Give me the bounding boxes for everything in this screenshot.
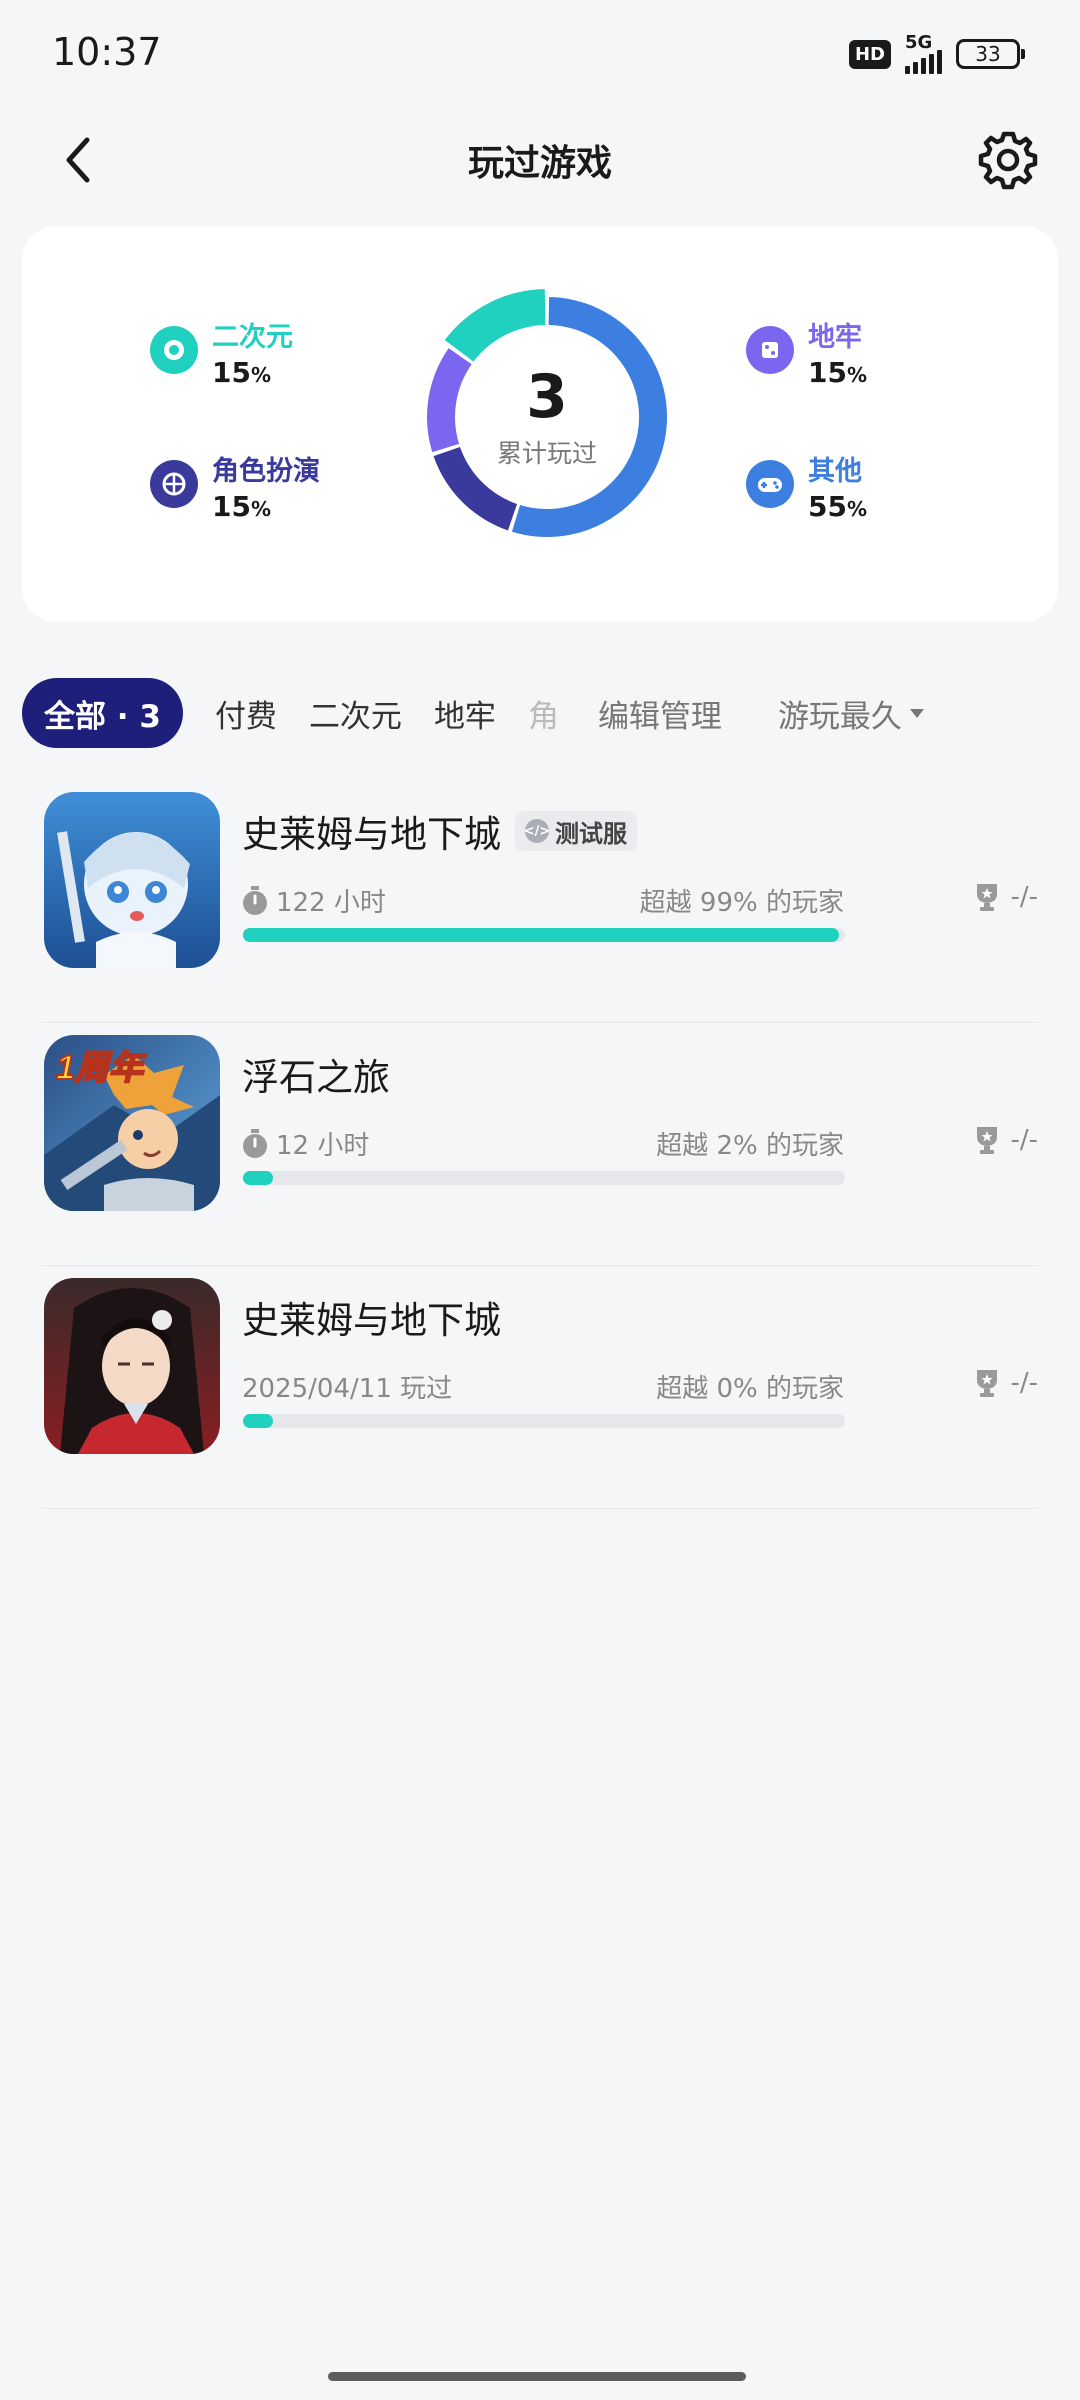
signal-icon: 5G [905,34,942,74]
stat-label: 其他 [808,456,862,487]
test-server-badge: </> 测试服 [515,811,637,851]
battery-level: 33 [975,42,1001,66]
game-thumbnail: 1周年 [44,1035,220,1211]
playtime-progress-bar [243,1171,845,1185]
header: 玩过游戏 [0,110,1080,210]
achievement-info[interactable]: -/- [974,1368,1038,1398]
status-bar: 10:37 HD 5G 33 [0,0,1080,110]
battery-icon: 33 [956,39,1025,69]
game-list: 史莱姆与地下城 </> 测试服 122 小时 超越 99% 的玩家 -/- 1周… [42,780,1038,1509]
play-stats: 2025/04/11 玩过 超越 0% 的玩家 [242,1368,844,1405]
game-row[interactable]: 1周年 浮石之旅 12 小时 超越 2% 的玩家 -/- [42,1023,1038,1266]
filter-chip-all[interactable]: 全部 · 3 [22,678,183,748]
anniversary-tag: 1周年 [55,1048,148,1088]
status-icons: HD 5G 33 [848,34,1025,74]
stat-label: 地牢 [808,322,862,353]
game-row[interactable]: 史莱姆与地下城 2025/04/11 玩过 超越 0% 的玩家 -/- [42,1266,1038,1509]
stat-percent: 55% [808,490,868,523]
hd-badge: HD [848,39,891,69]
play-stats: 12 小时 超越 2% 的玩家 [242,1125,844,1162]
sort-dropdown[interactable]: 游玩最久 [778,691,924,736]
player-rank: 超越 0% 的玩家 [656,1374,844,1404]
player-rank: 超越 2% 的玩家 [656,1131,844,1161]
test-server-label: 测试服 [555,819,627,848]
dungeon-icon [746,326,794,374]
game-title: 史莱姆与地下城 [242,813,501,856]
play-time: 122 小时 [276,888,386,918]
stat-percent: 15% [212,356,272,389]
status-time: 10:37 [52,30,162,74]
achievement-count: -/- [1010,882,1038,912]
anime-icon [150,326,198,374]
gear-icon [978,131,1038,190]
sort-label: 游玩最久 [777,698,902,735]
achievement-info[interactable]: -/- [974,882,1038,912]
playtime-progress-bar [243,928,845,942]
last-played-date: 2025/04/11 玩过 [242,1374,453,1404]
stat-rpg[interactable]: 角色扮演 15% [150,454,320,526]
achievement-count: -/- [1010,1125,1038,1155]
game-title: 史莱姆与地下城 [242,1299,501,1342]
page-title: 玩过游戏 [467,143,612,184]
trophy-icon [977,1127,998,1154]
stat-percent: 15% [212,490,272,523]
playtime-progress-bar [243,1414,845,1428]
filter-chip-anime[interactable]: 二次元 [309,691,402,736]
settings-button[interactable] [976,128,1040,192]
play-time: 12 小时 [276,1131,370,1161]
trophy-icon [977,884,998,911]
game-title: 浮石之旅 [242,1056,390,1099]
achievement-info[interactable]: -/- [974,1125,1038,1155]
network-label: 5G [905,32,933,53]
total-played-count: 3 [526,362,568,432]
stat-label: 角色扮演 [212,456,320,487]
stat-label: 二次元 [212,322,293,353]
stat-other[interactable]: 其他 55% [746,454,867,526]
stats-card: 二次元 15% 角色扮演 15% 地牢 15% 其他 55% 3 累计玩过 [22,226,1058,622]
donut-center: 3 累计玩过 [412,282,682,552]
gamepad-icon [746,460,794,508]
filter-bar: 全部 · 3 付费 二次元 地牢 角 编辑管理 游玩最久 [22,677,1080,749]
play-stats: 122 小时 超越 99% 的玩家 [242,882,844,919]
game-thumbnail [44,1278,220,1454]
progress-fill [243,1171,274,1185]
game-thumbnail [44,792,220,968]
filter-chip-rpg[interactable]: 角 [528,691,568,736]
rpg-icon [150,460,198,508]
stat-dungeon[interactable]: 地牢 15% [746,320,867,392]
achievement-count: -/- [1010,1368,1038,1398]
progress-fill [243,928,839,942]
stat-anime[interactable]: 二次元 15% [150,320,293,392]
filter-chip-dungeon[interactable]: 地牢 [434,691,496,736]
home-indicator[interactable] [328,2372,746,2381]
stopwatch-icon [243,1128,267,1158]
code-icon: </> [524,819,550,843]
total-played-caption: 累计玩过 [496,439,597,468]
game-row[interactable]: 史莱姆与地下城 </> 测试服 122 小时 超越 99% 的玩家 -/- [42,780,1038,1023]
trophy-icon [977,1370,998,1397]
stopwatch-icon [243,885,267,915]
svg-text:1周年: 1周年 [56,1049,147,1087]
filter-chip-paid[interactable]: 付费 [215,691,277,736]
edit-manage-button[interactable]: 编辑管理 [598,691,722,736]
caret-down-icon [909,708,924,718]
stat-percent: 15% [808,356,868,389]
progress-fill [243,1414,274,1428]
player-rank: 超越 99% 的玩家 [639,888,844,918]
